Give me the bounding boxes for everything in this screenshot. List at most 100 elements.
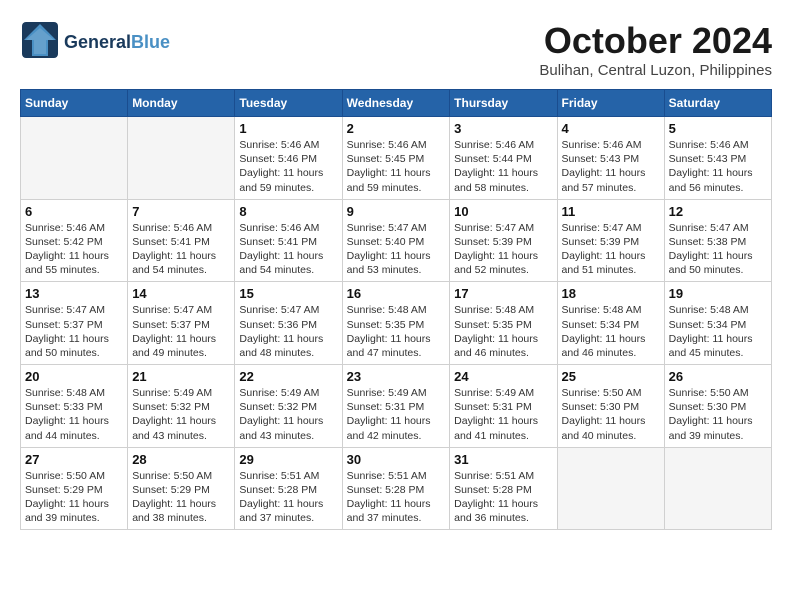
day-number: 2 xyxy=(347,121,446,136)
day-detail: Sunrise: 5:51 AMSunset: 5:28 PMDaylight:… xyxy=(454,469,552,526)
day-detail: Sunrise: 5:47 AMSunset: 5:38 PMDaylight:… xyxy=(669,221,767,278)
day-number: 24 xyxy=(454,369,552,384)
day-number: 29 xyxy=(239,452,337,467)
day-detail: Sunrise: 5:48 AMSunset: 5:35 PMDaylight:… xyxy=(347,303,446,360)
day-detail: Sunrise: 5:49 AMSunset: 5:31 PMDaylight:… xyxy=(454,386,552,443)
calendar-cell xyxy=(128,117,235,200)
day-detail: Sunrise: 5:48 AMSunset: 5:34 PMDaylight:… xyxy=(562,303,660,360)
day-number: 17 xyxy=(454,286,552,301)
calendar-cell: 26 Sunrise: 5:50 AMSunset: 5:30 PMDayligh… xyxy=(664,365,771,448)
calendar-cell: 30 Sunrise: 5:51 AMSunset: 5:28 PMDayligh… xyxy=(342,447,450,530)
day-number: 28 xyxy=(132,452,230,467)
calendar-cell: 5Sunrise: 5:46 AMSunset: 5:43 PMDaylight… xyxy=(664,117,771,200)
day-number: 20 xyxy=(25,369,123,384)
calendar-cell: 18Sunrise: 5:48 AMSunset: 5:34 PMDayligh… xyxy=(557,282,664,365)
logo-text: GeneralBlue xyxy=(64,33,170,53)
location: Bulihan, Central Luzon, Philippines xyxy=(539,62,772,79)
day-detail: Sunrise: 5:50 AMSunset: 5:30 PMDaylight:… xyxy=(562,386,660,443)
calendar-week-row: 13 Sunrise: 5:47 AMSunset: 5:37 PMDayligh… xyxy=(21,282,772,365)
weekday-header: Tuesday xyxy=(235,90,342,117)
day-detail: Sunrise: 5:51 AMSunset: 5:28 PMDaylight:… xyxy=(347,469,446,526)
day-detail: Sunrise: 5:46 AMSunset: 5:43 PMDaylight:… xyxy=(669,138,767,195)
day-detail: Sunrise: 5:47 AMSunset: 5:37 PMDaylight:… xyxy=(25,303,123,360)
calendar-cell: 4Sunrise: 5:46 AMSunset: 5:43 PMDaylight… xyxy=(557,117,664,200)
calendar-cell xyxy=(21,117,128,200)
day-number: 16 xyxy=(347,286,446,301)
calendar-cell: 28 Sunrise: 5:50 AMSunset: 5:29 PMDayligh… xyxy=(128,447,235,530)
calendar-cell xyxy=(664,447,771,530)
calendar-cell: 17Sunrise: 5:48 AMSunset: 5:35 PMDayligh… xyxy=(450,282,557,365)
calendar-cell: 2Sunrise: 5:46 AMSunset: 5:45 PMDaylight… xyxy=(342,117,450,200)
calendar-cell: 1Sunrise: 5:46 AMSunset: 5:46 PMDaylight… xyxy=(235,117,342,200)
day-detail: Sunrise: 5:46 AMSunset: 5:46 PMDaylight:… xyxy=(239,138,337,195)
weekday-header: Monday xyxy=(128,90,235,117)
day-detail: Sunrise: 5:48 AMSunset: 5:33 PMDaylight:… xyxy=(25,386,123,443)
day-number: 31 xyxy=(454,452,552,467)
calendar-cell: 19Sunrise: 5:48 AMSunset: 5:34 PMDayligh… xyxy=(664,282,771,365)
day-number: 30 xyxy=(347,452,446,467)
calendar-cell: 10Sunrise: 5:47 AMSunset: 5:39 PMDayligh… xyxy=(450,199,557,282)
logo: GeneralBlue xyxy=(20,20,170,65)
day-number: 7 xyxy=(132,204,230,219)
calendar-cell: 14 Sunrise: 5:47 AMSunset: 5:37 PMDayligh… xyxy=(128,282,235,365)
day-detail: Sunrise: 5:49 AMSunset: 5:31 PMDaylight:… xyxy=(347,386,446,443)
calendar-cell: 22 Sunrise: 5:49 AMSunset: 5:32 PMDayligh… xyxy=(235,365,342,448)
day-number: 11 xyxy=(562,204,660,219)
calendar-cell: 7 Sunrise: 5:46 AMSunset: 5:41 PMDaylight… xyxy=(128,199,235,282)
day-detail: Sunrise: 5:50 AMSunset: 5:29 PMDaylight:… xyxy=(132,469,230,526)
day-detail: Sunrise: 5:50 AMSunset: 5:30 PMDaylight:… xyxy=(669,386,767,443)
day-detail: Sunrise: 5:49 AMSunset: 5:32 PMDaylight:… xyxy=(239,386,337,443)
title-block: October 2024 Bulihan, Central Luzon, Phi… xyxy=(539,20,772,79)
day-detail: Sunrise: 5:46 AMSunset: 5:41 PMDaylight:… xyxy=(132,221,230,278)
calendar-week-row: 1Sunrise: 5:46 AMSunset: 5:46 PMDaylight… xyxy=(21,117,772,200)
calendar-week-row: 27 Sunrise: 5:50 AMSunset: 5:29 PMDayligh… xyxy=(21,447,772,530)
day-detail: Sunrise: 5:47 AMSunset: 5:40 PMDaylight:… xyxy=(347,221,446,278)
month-title: October 2024 xyxy=(539,20,772,62)
logo-icon xyxy=(20,20,60,60)
calendar-cell: 16 Sunrise: 5:48 AMSunset: 5:35 PMDayligh… xyxy=(342,282,450,365)
calendar-week-row: 6Sunrise: 5:46 AMSunset: 5:42 PMDaylight… xyxy=(21,199,772,282)
day-detail: Sunrise: 5:47 AMSunset: 5:39 PMDaylight:… xyxy=(562,221,660,278)
day-number: 8 xyxy=(239,204,337,219)
calendar-header-row: SundayMondayTuesdayWednesdayThursdayFrid… xyxy=(21,90,772,117)
day-number: 27 xyxy=(25,452,123,467)
day-detail: Sunrise: 5:47 AMSunset: 5:36 PMDaylight:… xyxy=(239,303,337,360)
day-number: 12 xyxy=(669,204,767,219)
day-number: 26 xyxy=(669,369,767,384)
day-detail: Sunrise: 5:49 AMSunset: 5:32 PMDaylight:… xyxy=(132,386,230,443)
day-number: 6 xyxy=(25,204,123,219)
calendar-cell: 27Sunrise: 5:50 AMSunset: 5:29 PMDayligh… xyxy=(21,447,128,530)
calendar-cell: 8Sunrise: 5:46 AMSunset: 5:41 PMDaylight… xyxy=(235,199,342,282)
calendar-cell: 21 Sunrise: 5:49 AMSunset: 5:32 PMDayligh… xyxy=(128,365,235,448)
day-number: 22 xyxy=(239,369,337,384)
calendar-cell: 12 Sunrise: 5:47 AMSunset: 5:38 PMDayligh… xyxy=(664,199,771,282)
day-number: 25 xyxy=(562,369,660,384)
day-number: 21 xyxy=(132,369,230,384)
weekday-header: Friday xyxy=(557,90,664,117)
day-number: 15 xyxy=(239,286,337,301)
day-detail: Sunrise: 5:46 AMSunset: 5:44 PMDaylight:… xyxy=(454,138,552,195)
day-number: 23 xyxy=(347,369,446,384)
calendar-cell: 23 Sunrise: 5:49 AMSunset: 5:31 PMDayligh… xyxy=(342,365,450,448)
calendar-cell: 11 Sunrise: 5:47 AMSunset: 5:39 PMDayligh… xyxy=(557,199,664,282)
day-number: 3 xyxy=(454,121,552,136)
day-number: 14 xyxy=(132,286,230,301)
day-detail: Sunrise: 5:51 AMSunset: 5:28 PMDaylight:… xyxy=(239,469,337,526)
day-detail: Sunrise: 5:47 AMSunset: 5:39 PMDaylight:… xyxy=(454,221,552,278)
calendar-week-row: 20 Sunrise: 5:48 AMSunset: 5:33 PMDayligh… xyxy=(21,365,772,448)
weekday-header: Sunday xyxy=(21,90,128,117)
calendar-cell: 29 Sunrise: 5:51 AMSunset: 5:28 PMDayligh… xyxy=(235,447,342,530)
day-number: 9 xyxy=(347,204,446,219)
day-number: 13 xyxy=(25,286,123,301)
calendar-cell: 20 Sunrise: 5:48 AMSunset: 5:33 PMDayligh… xyxy=(21,365,128,448)
day-number: 4 xyxy=(562,121,660,136)
calendar-cell: 13 Sunrise: 5:47 AMSunset: 5:37 PMDayligh… xyxy=(21,282,128,365)
calendar-cell: 24 Sunrise: 5:49 AMSunset: 5:31 PMDayligh… xyxy=(450,365,557,448)
calendar-cell xyxy=(557,447,664,530)
day-detail: Sunrise: 5:47 AMSunset: 5:37 PMDaylight:… xyxy=(132,303,230,360)
day-detail: Sunrise: 5:48 AMSunset: 5:34 PMDaylight:… xyxy=(669,303,767,360)
calendar-cell: 25 Sunrise: 5:50 AMSunset: 5:30 PMDayligh… xyxy=(557,365,664,448)
calendar-cell: 9 Sunrise: 5:47 AMSunset: 5:40 PMDaylight… xyxy=(342,199,450,282)
weekday-header: Thursday xyxy=(450,90,557,117)
calendar-cell: 6Sunrise: 5:46 AMSunset: 5:42 PMDaylight… xyxy=(21,199,128,282)
